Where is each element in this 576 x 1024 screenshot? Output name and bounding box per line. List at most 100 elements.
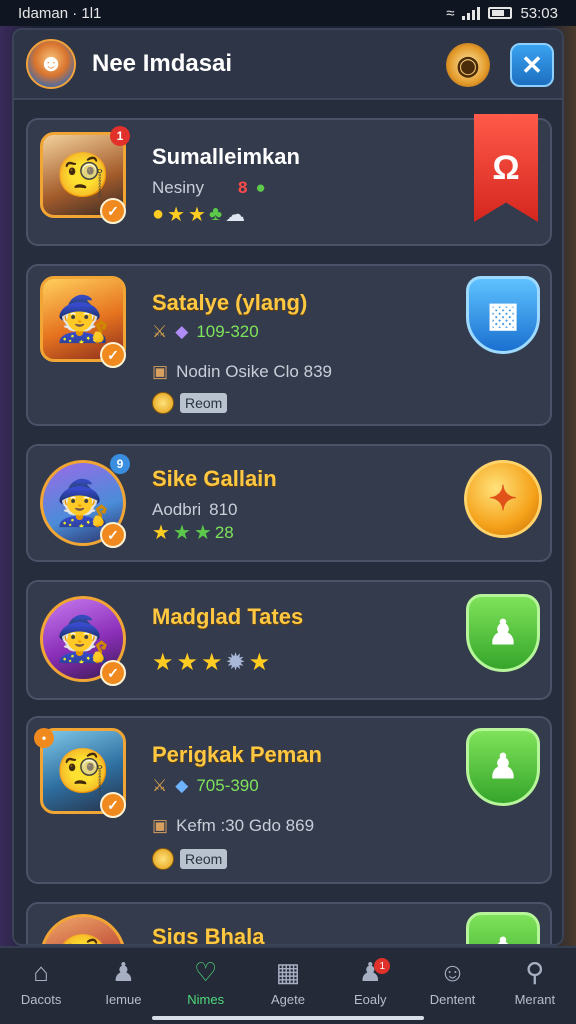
nav-label: Dacots	[20, 992, 62, 1007]
player-range-row: ⚔ ◆ 109-320	[152, 322, 259, 342]
add-friend-button[interactable]: ♟	[466, 912, 540, 944]
nav-item-dentent[interactable]: ☺ Dentent	[417, 956, 489, 1008]
star-icon: ★	[201, 649, 223, 676]
leaf-icon: ●	[255, 178, 266, 197]
player-detail: Kefm :30 Gdo 869	[176, 816, 315, 835]
list-item[interactable]: 🧙 9 ✓ Sike Gallain Aodbri 810 ★ ★ ★ 28 ✦	[26, 444, 552, 562]
star-icon: ★	[152, 649, 174, 676]
notification-badge: 9	[110, 454, 130, 474]
notification-badge: 1	[110, 126, 130, 146]
gear-gem-icon: ✹	[225, 649, 246, 676]
star-icon: ★	[188, 204, 206, 226]
check-badge-icon: ✓	[100, 198, 126, 224]
add-friend-button[interactable]: ♟	[466, 594, 540, 672]
chest-icon: ▣	[152, 362, 169, 381]
green-star-icon: ★	[193, 522, 212, 544]
player-detail-row: ▣ Nodin Osike Clo 839	[152, 362, 332, 382]
player-detail: Nodin Osike Clo 839	[176, 362, 332, 381]
ribbon-button[interactable]: Ω	[474, 114, 538, 222]
player-detail-row: ▣ Kefm :30 Gdo 869	[152, 816, 314, 836]
list-item[interactable]: 🧙 ✓ Madglad Tates ★ ★ ★ ✹ ★ ♟	[26, 580, 552, 700]
status-carrier: Idaman · 1l1	[18, 4, 102, 22]
reward-icons: ★ ★ ★ ✹ ★	[152, 648, 270, 677]
add-friend-button[interactable]: ♟	[466, 728, 540, 806]
notification-badge: •	[34, 728, 54, 748]
signal-icon	[462, 6, 481, 20]
player-name: Sigs Bhala	[152, 924, 265, 946]
nav-item-agete[interactable]: ▦ Agete	[252, 956, 324, 1008]
nav-item-merant[interactable]: ⚲ Merant	[499, 956, 571, 1008]
room-tag[interactable]: Reom	[180, 393, 228, 413]
wifi-icon: ≈	[446, 4, 455, 22]
close-button[interactable]: ✕	[510, 43, 554, 87]
list-item[interactable]: 🧐 1 ✓ Sumalleimkan Nesiny 8 ● ● ★ ★ ♣ ☁ …	[26, 114, 552, 246]
player-subtitle: Nesiny	[152, 178, 204, 197]
player-name: Sumalleimkan	[152, 144, 300, 169]
coin-icon: ●	[152, 203, 165, 225]
check-badge-icon: ✓	[100, 792, 126, 818]
user-shield-icon: ♟	[487, 614, 519, 652]
stars-value: 28	[214, 522, 234, 542]
character-portrait: 🧐	[40, 914, 126, 944]
reward-icons: ● ★ ★ ♣ ☁	[152, 202, 245, 227]
sword-icon: ⚔	[152, 776, 168, 795]
nav-item-dacots[interactable]: ⌂ Dacots	[5, 956, 77, 1008]
list-item[interactable]: 🧙 ✓ Satalye (ylang) ⚔ ◆ 109-320 ▣ Nodin …	[26, 264, 552, 426]
home-indicator[interactable]	[152, 1016, 424, 1020]
star-icon: ★	[167, 204, 186, 226]
profile-icon: ♟	[111, 956, 136, 987]
check-badge-icon: ✓	[100, 342, 126, 368]
close-icon: ✕	[521, 49, 543, 80]
chest-icon: ▣	[152, 816, 169, 835]
nav-label: Nimes	[187, 992, 225, 1007]
status-icons: ≈ 53:03	[446, 5, 558, 22]
user-shield-icon: ♟	[488, 931, 518, 944]
coin-icon	[152, 848, 174, 870]
stats-button[interactable]: ▩	[466, 276, 540, 354]
nav-badge: 1	[374, 958, 391, 974]
player-range: 109-320	[196, 322, 259, 341]
room-row: Reom	[152, 848, 228, 870]
nav-item-eoaly[interactable]: ♟ 1 Eoaly	[334, 956, 406, 1007]
player-subtitle: Aodbri	[152, 500, 202, 519]
player-name: Perigkak Peman	[152, 742, 322, 767]
nav-label: Merant	[514, 992, 556, 1007]
room-tag[interactable]: Reom	[180, 849, 228, 869]
heart-icon: ♡	[194, 956, 218, 987]
orb-icon: ✦	[488, 480, 518, 518]
status-time: 53:03	[520, 4, 558, 22]
clover-icon: ♣	[208, 203, 223, 225]
home-icon: ⌂	[33, 956, 49, 987]
gem-icon: ◆	[175, 322, 189, 341]
nav-label: Dentent	[429, 992, 476, 1007]
nav-item-nimes[interactable]: ♡ Nimes	[170, 956, 242, 1008]
check-badge-icon: ✓	[100, 660, 126, 686]
check-badge-icon: ✓	[100, 522, 126, 548]
star-icon: ★	[248, 649, 271, 676]
ribbon-icon: Ω	[492, 148, 520, 187]
cloud-icon: ☁	[225, 204, 246, 226]
panel-header: ☻ Nee Imdasai ◉ ✕	[14, 30, 562, 100]
list-item[interactable]: 🧐 • ✓ Perigkak Peman ⚔ ◆ 705-390 ▣ Kefm …	[26, 716, 552, 884]
chart-shield-icon: ▩	[486, 296, 520, 334]
status-bar: Idaman · 1l1 ≈ 53:03	[0, 0, 576, 26]
calendar-icon: ▦	[275, 956, 301, 987]
avatar-icon[interactable]: ☻	[26, 39, 76, 89]
mask-icon: ☺	[439, 956, 466, 987]
room-row: Reom	[152, 392, 228, 414]
orb-button[interactable]: ✦	[464, 460, 542, 538]
settings-icon[interactable]: ◉	[446, 43, 490, 87]
green-star-icon: ★	[172, 522, 191, 544]
nav-item-iemue[interactable]: ♟ Iemue	[87, 956, 159, 1008]
friends-panel: ☻ Nee Imdasai ◉ ✕ 🧐 1 ✓ Sumalleimkan Nes…	[12, 28, 564, 946]
reward-icons: ★ ★ ★ 28	[152, 520, 234, 545]
player-name: Sike Gallain	[152, 466, 277, 491]
player-subline: Nesiny 8 ●	[152, 178, 266, 198]
star-icon: ★	[176, 649, 199, 676]
battery-icon	[488, 7, 513, 19]
player-value: 810	[209, 500, 238, 519]
player-value: 8	[237, 178, 248, 197]
coin-icon	[152, 392, 174, 414]
sword-icon: ⚔	[152, 322, 168, 341]
list-item[interactable]: 🧐 Sigs Bhala ♟	[26, 902, 552, 946]
